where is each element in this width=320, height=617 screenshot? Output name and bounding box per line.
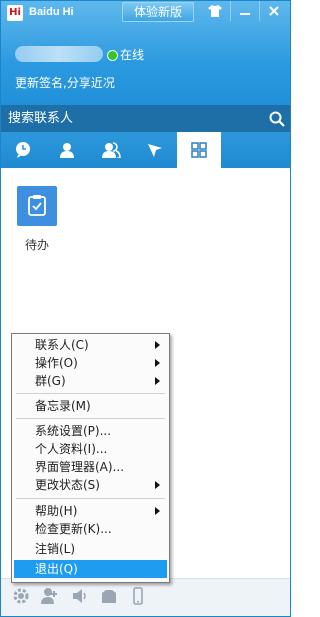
menu-separator — [16, 418, 165, 419]
contact-icon — [60, 143, 74, 158]
chat-bubble-icon — [16, 142, 30, 158]
nickname-blurred — [15, 46, 103, 62]
menu-item-label: 注销(L) — [35, 542, 76, 556]
menu-item-label: 更改状态(S) — [35, 478, 100, 492]
add-contact-icon[interactable] — [41, 587, 59, 605]
menu-item-help[interactable]: 帮助(H) — [14, 502, 167, 520]
signature-text[interactable]: 更新签名,分享近况 — [15, 74, 115, 91]
menu-item-label: 群(G) — [35, 374, 66, 388]
menu-item-label: 界面管理器(A)... — [35, 460, 125, 474]
apps-grid-icon — [191, 142, 207, 158]
main-tabs — [1, 132, 290, 168]
online-status-icon — [107, 50, 118, 61]
search-icon[interactable] — [268, 110, 286, 128]
search-bar — [1, 105, 290, 132]
menu-item-change-status[interactable]: 更改状态(S) — [14, 476, 167, 494]
menu-item-label: 退出(Q) — [35, 562, 78, 576]
send-icon — [148, 144, 162, 157]
close-icon — [269, 6, 279, 16]
menu-item-contacts[interactable]: 联系人(C) — [14, 336, 167, 354]
menu-item-label: 联系人(C) — [35, 338, 89, 352]
submenu-arrow-icon — [155, 377, 160, 385]
todo-app-label: 待办 — [25, 238, 50, 252]
message-box-icon[interactable] — [100, 587, 118, 605]
tab-recent-chats[interactable] — [1, 132, 45, 168]
group-icon — [102, 142, 121, 158]
menu-item-label: 操作(O) — [35, 356, 78, 370]
menu-item-exit[interactable]: 退出(Q) — [14, 560, 167, 578]
settings-gear-icon[interactable] — [12, 587, 30, 605]
todo-app-button[interactable] — [17, 186, 57, 226]
submenu-arrow-icon — [155, 359, 160, 367]
menu-item-label: 个人资料(I)... — [35, 442, 108, 456]
submenu-arrow-icon — [155, 507, 160, 515]
search-input[interactable] — [1, 105, 275, 132]
menu-item-label: 备忘录(M) — [35, 399, 91, 413]
menu-separator — [16, 498, 165, 499]
main-menu: 联系人(C) 操作(O) 群(G) 备忘录(M) 系统设置(P)... 个人资料… — [11, 333, 170, 583]
menu-item-label: 检查更新(K)... — [35, 522, 112, 536]
menu-item-operations[interactable]: 操作(O) — [14, 354, 167, 372]
bottom-toolbar — [1, 578, 290, 616]
menu-item-system-settings[interactable]: 系统设置(P)... — [14, 422, 167, 440]
header: Hi Baidu Hi 体验新版 在线 更新签名,分享近况 — [1, 1, 290, 105]
menu-item-logout[interactable]: 注销(L) — [14, 540, 167, 558]
mobile-phone-icon[interactable] — [129, 587, 147, 605]
menu-separator — [16, 393, 165, 394]
menu-item-check-update[interactable]: 检查更新(K)... — [14, 520, 167, 538]
skin-button[interactable] — [201, 1, 229, 21]
menu-item-memo[interactable]: 备忘录(M) — [14, 397, 167, 415]
submenu-arrow-icon — [155, 481, 160, 489]
menu-item-ui-manager[interactable]: 界面管理器(A)... — [14, 458, 167, 476]
speaker-icon[interactable] — [71, 587, 89, 605]
menu-item-label: 帮助(H) — [35, 504, 78, 518]
submenu-arrow-icon — [155, 341, 160, 349]
minimize-icon — [240, 13, 250, 15]
shirt-icon — [208, 5, 222, 17]
tab-groups[interactable] — [89, 132, 133, 168]
minimize-button[interactable] — [230, 1, 259, 21]
todo-icon — [28, 195, 46, 216]
tab-apps[interactable] — [177, 132, 221, 168]
tab-contacts[interactable] — [45, 132, 89, 168]
trial-new-version-button[interactable]: 体验新版 — [122, 2, 194, 22]
menu-item-profile[interactable]: 个人资料(I)... — [14, 440, 167, 458]
tab-send[interactable] — [133, 132, 177, 168]
menu-item-groups[interactable]: 群(G) — [14, 372, 167, 390]
app-title: Baidu Hi — [29, 6, 74, 18]
baidu-hi-logo: Hi — [7, 5, 23, 21]
menu-item-label: 系统设置(P)... — [35, 424, 112, 438]
status-text[interactable]: 在线 — [120, 46, 144, 63]
close-button[interactable] — [259, 1, 288, 21]
